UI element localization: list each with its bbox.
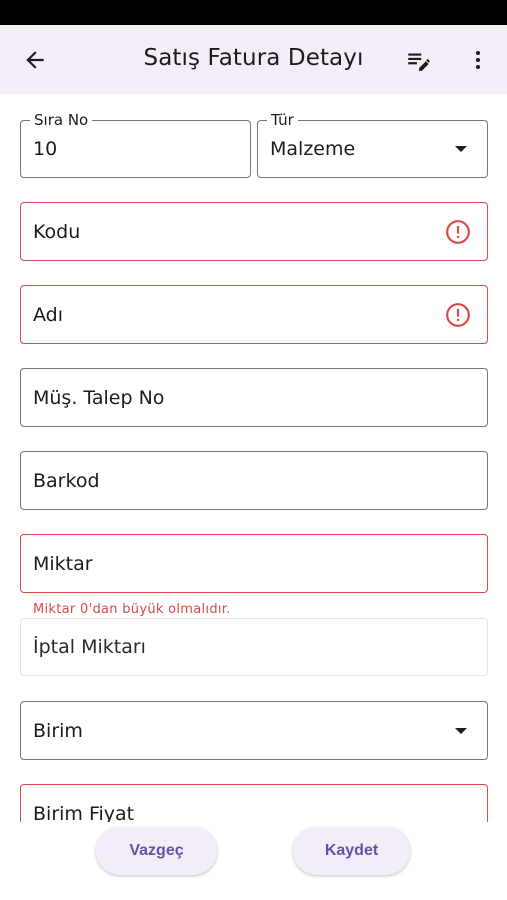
edit-note-icon[interactable] [405, 47, 431, 73]
iptal-miktari-field: İptal Miktarı [20, 618, 488, 676]
sira-no-label: Sıra No [30, 110, 93, 130]
cancel-button[interactable]: Vazgeç [96, 827, 217, 875]
tur-dropdown[interactable]: Tür Malzeme [257, 110, 488, 178]
miktar-placeholder: Miktar [33, 552, 93, 575]
save-button[interactable]: Kaydet [293, 827, 410, 875]
dropdown-arrow-icon [455, 727, 467, 734]
iptal-miktari-placeholder: İptal Miktarı [33, 636, 146, 658]
bottom-action-bar: Vazgeç Kaydet [0, 822, 507, 900]
sira-no-value: 10 [33, 138, 58, 160]
birim-fiyat-placeholder: Birim Fiyat [33, 802, 135, 823]
tur-value: Malzeme [270, 138, 356, 160]
dropdown-arrow-icon [455, 146, 467, 152]
kodu-placeholder: Kodu [33, 220, 81, 243]
kodu-field[interactable]: Kodu [20, 202, 488, 261]
mus-talep-no-field[interactable]: Müş. Talep No [20, 368, 488, 427]
status-bar [0, 0, 507, 25]
birim-fiyat-field[interactable]: Birim Fiyat [20, 784, 488, 822]
error-icon [446, 219, 470, 244]
form-scroll-area[interactable]: Sıra No 10 Tür Malzeme Kodu Adı Müş. Tal… [0, 94, 507, 822]
adi-placeholder: Adı [33, 303, 64, 326]
adi-field[interactable]: Adı [20, 285, 488, 344]
error-icon [446, 302, 470, 327]
barkod-placeholder: Barkod [33, 469, 100, 492]
app-bar: Satış Fatura Detayı [0, 25, 507, 94]
more-vert-icon[interactable] [466, 47, 490, 73]
birim-placeholder: Birim [33, 719, 83, 742]
sira-no-field[interactable]: Sıra No 10 [20, 110, 251, 178]
mus-talep-no-placeholder: Müş. Talep No [33, 386, 165, 409]
barkod-field[interactable]: Barkod [20, 451, 488, 510]
miktar-field[interactable]: Miktar [20, 534, 488, 593]
miktar-error-message: Miktar 0'dan büyük olmalıdır. [33, 602, 231, 617]
tur-label: Tür [267, 110, 298, 130]
birim-dropdown[interactable]: Birim [20, 701, 488, 760]
